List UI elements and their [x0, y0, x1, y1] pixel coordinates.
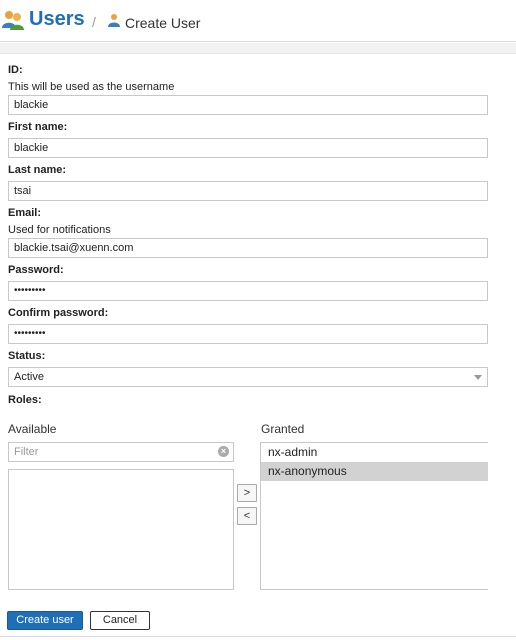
list-item[interactable]: nx-admin [261, 443, 488, 462]
filter-placeholder: Filter [14, 446, 39, 458]
list-item[interactable]: nx-anonymous [261, 462, 488, 481]
breadcrumb-separator: / [92, 14, 96, 30]
confirm-password-field[interactable]: ••••••••• [8, 324, 488, 344]
email-label: Email: [8, 207, 42, 219]
email-field[interactable]: blackie.tsai@xuenn.com [8, 238, 488, 258]
page-header: Users / Create User [0, 0, 516, 42]
email-help-text: Used for notifications [8, 224, 111, 236]
last-name-field[interactable]: tsai [8, 181, 488, 201]
filter-input[interactable]: Filter × [8, 442, 234, 462]
cancel-button[interactable]: Cancel [90, 611, 150, 630]
last-name-label: Last name: [8, 164, 67, 176]
available-roles-list[interactable] [8, 469, 234, 590]
password-label: Password: [8, 264, 64, 276]
create-user-button[interactable]: Create user [7, 611, 83, 630]
move-left-button[interactable]: < [237, 507, 257, 525]
roles-label: Roles: [8, 394, 42, 406]
id-help-text: This will be used as the username [8, 81, 175, 93]
breadcrumb-create-user: Create User [125, 15, 201, 31]
available-title: Available [8, 422, 57, 436]
user-icon [108, 14, 120, 27]
granted-title: Granted [261, 422, 305, 436]
id-field[interactable]: blackie [8, 95, 488, 115]
clear-icon[interactable]: × [218, 446, 229, 457]
password-field[interactable]: ••••••••• [8, 281, 488, 301]
granted-roles-list[interactable]: nx-admin nx-anonymous [260, 442, 488, 590]
status-label: Status: [8, 350, 46, 362]
bottom-divider [0, 636, 516, 637]
status-select[interactable]: Active [8, 367, 488, 387]
header-divider-band [0, 43, 516, 54]
breadcrumb-users[interactable]: Users [29, 8, 85, 31]
users-icon [2, 11, 24, 30]
move-right-button[interactable]: > [237, 484, 257, 502]
first-name-field[interactable]: blackie [8, 138, 488, 158]
id-label: ID: [8, 64, 23, 76]
confirm-password-label: Confirm password: [8, 307, 109, 319]
chevron-down-icon[interactable] [474, 375, 482, 380]
status-value: Active [14, 371, 44, 383]
first-name-label: First name: [8, 121, 68, 133]
